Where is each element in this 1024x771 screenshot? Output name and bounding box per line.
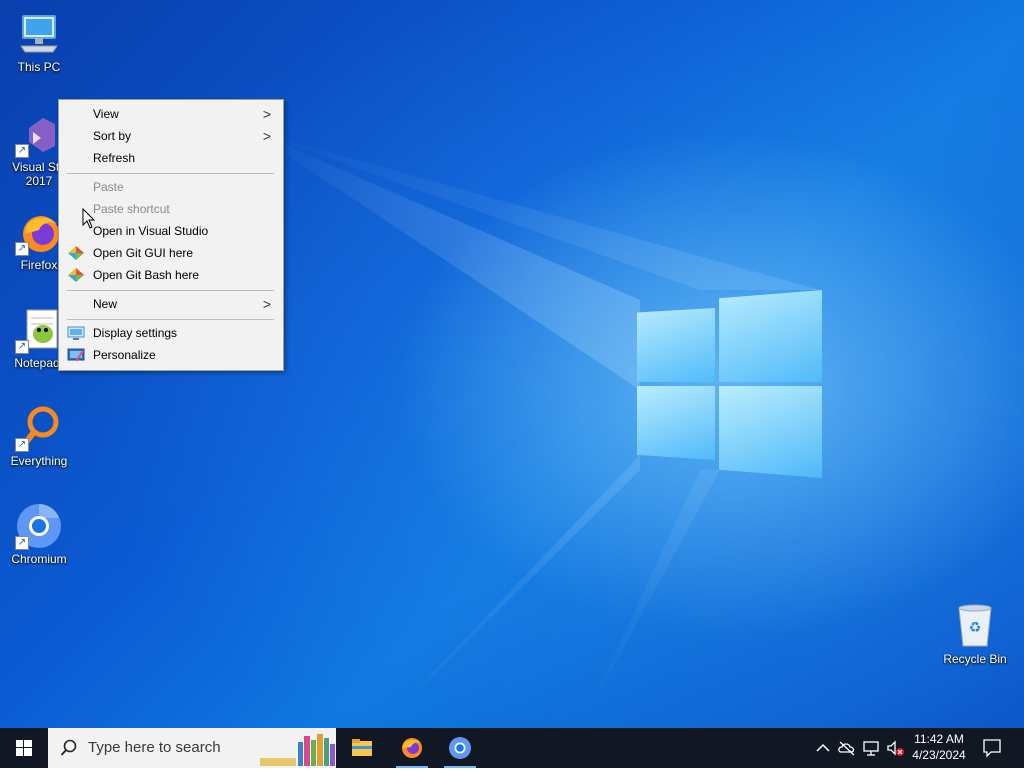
display-icon xyxy=(67,325,85,341)
menu-item-display-settings[interactable]: Display settings xyxy=(61,322,281,344)
menu-item-label: Open Git GUI here xyxy=(93,246,194,260)
menu-item-label: Refresh xyxy=(93,151,136,165)
chevron-right-icon: > xyxy=(262,128,271,144)
taskbar-firefox[interactable] xyxy=(388,728,436,768)
git-icon xyxy=(67,245,85,261)
everything-search-icon: ↗ xyxy=(15,404,63,452)
search-highlight-books-icon xyxy=(260,734,335,766)
personalize-icon xyxy=(67,347,85,363)
windows-logo-icon xyxy=(16,740,32,756)
menu-item-label: Display settings xyxy=(93,326,178,340)
file-explorer-icon xyxy=(352,739,372,756)
volume-muted-icon[interactable] xyxy=(885,738,905,758)
taskbar-clock[interactable]: 11:42 AM 4/23/2024 xyxy=(904,731,974,763)
notepad-plus-plus-icon: ↗ xyxy=(15,306,63,354)
menu-item-label: New xyxy=(93,297,118,311)
menu-item-label: Paste xyxy=(93,180,124,194)
chevron-right-icon: > xyxy=(262,106,271,122)
menu-separator xyxy=(67,319,274,320)
menu-item-view[interactable]: View > xyxy=(61,103,281,125)
desktop-context-menu: View > Sort by > Refresh Paste Paste sho… xyxy=(58,99,284,371)
git-icon xyxy=(67,267,85,283)
menu-item-label: Open in Visual Studio xyxy=(93,224,209,238)
desktop[interactable]: This PC ↗ Visual Stu 2017 ↗ Firefox ↗ No… xyxy=(0,0,1024,728)
desktop-icon-recycle-bin[interactable]: ♻ Recycle Bin xyxy=(937,602,1013,666)
menu-separator xyxy=(67,290,274,291)
menu-item-personalize[interactable]: Personalize xyxy=(61,344,281,366)
desktop-icon-this-pc[interactable]: This PC xyxy=(1,10,77,74)
menu-separator xyxy=(67,173,274,174)
chromium-icon xyxy=(449,737,471,759)
network-icon[interactable] xyxy=(861,738,881,758)
menu-item-label: View xyxy=(93,107,119,121)
windows-logo-wallpaper xyxy=(630,288,830,483)
desktop-icon-everything[interactable]: ↗ Everything xyxy=(1,404,77,468)
visual-studio-icon: ↗ xyxy=(15,110,63,158)
firefox-icon: ↗ xyxy=(15,208,63,256)
action-center-notification-icon[interactable] xyxy=(981,737,1003,759)
desktop-icon-label: Chromium xyxy=(11,552,67,566)
menu-item-sort-by[interactable]: Sort by > xyxy=(61,125,281,147)
firefox-icon xyxy=(402,738,422,758)
shortcut-arrow-icon: ↗ xyxy=(15,438,29,452)
chevron-right-icon: > xyxy=(262,296,271,312)
menu-item-open-git-gui[interactable]: Open Git GUI here xyxy=(61,242,281,264)
clock-date: 4/23/2024 xyxy=(912,748,966,762)
shortcut-arrow-icon: ↗ xyxy=(15,340,29,354)
onedrive-offline-icon[interactable] xyxy=(837,738,857,758)
menu-item-label: Paste shortcut xyxy=(93,202,170,216)
shortcut-arrow-icon: ↗ xyxy=(15,536,29,550)
shortcut-arrow-icon: ↗ xyxy=(15,144,29,158)
mouse-cursor-icon xyxy=(82,208,96,229)
chromium-icon: ↗ xyxy=(15,502,63,550)
menu-item-refresh[interactable]: Refresh xyxy=(61,147,281,169)
desktop-icon-chromium[interactable]: ↗ Chromium xyxy=(1,502,77,566)
menu-item-label: Open Git Bash here xyxy=(93,268,200,282)
menu-item-paste[interactable]: Paste xyxy=(61,176,281,198)
computer-icon xyxy=(15,10,63,58)
search-placeholder: Type here to search xyxy=(88,739,221,756)
shortcut-arrow-icon: ↗ xyxy=(15,242,29,256)
svg-text:♻: ♻ xyxy=(969,620,982,636)
search-icon xyxy=(60,739,77,756)
taskbar-chromium[interactable] xyxy=(436,728,484,768)
taskbar-file-explorer[interactable] xyxy=(338,728,386,768)
menu-item-open-git-bash[interactable]: Open Git Bash here xyxy=(61,264,281,286)
taskbar-search-box[interactable]: Type here to search xyxy=(48,728,336,768)
desktop-icon-label: Recycle Bin xyxy=(943,652,1007,666)
desktop-icon-label: Everything xyxy=(10,454,68,468)
menu-item-label: Sort by xyxy=(93,129,132,143)
menu-item-new[interactable]: New > xyxy=(61,293,281,315)
desktop-icon-label: This PC xyxy=(17,60,61,74)
start-button[interactable] xyxy=(0,728,48,768)
menu-item-label: Personalize xyxy=(93,348,156,362)
taskbar: Type here to search 11:42 AM 4/23/2024 xyxy=(0,728,1024,768)
show-hidden-icons-chevron-up-icon[interactable] xyxy=(813,738,833,758)
clock-time: 11:42 AM xyxy=(914,732,964,746)
recycle-bin-icon: ♻ xyxy=(951,602,999,650)
